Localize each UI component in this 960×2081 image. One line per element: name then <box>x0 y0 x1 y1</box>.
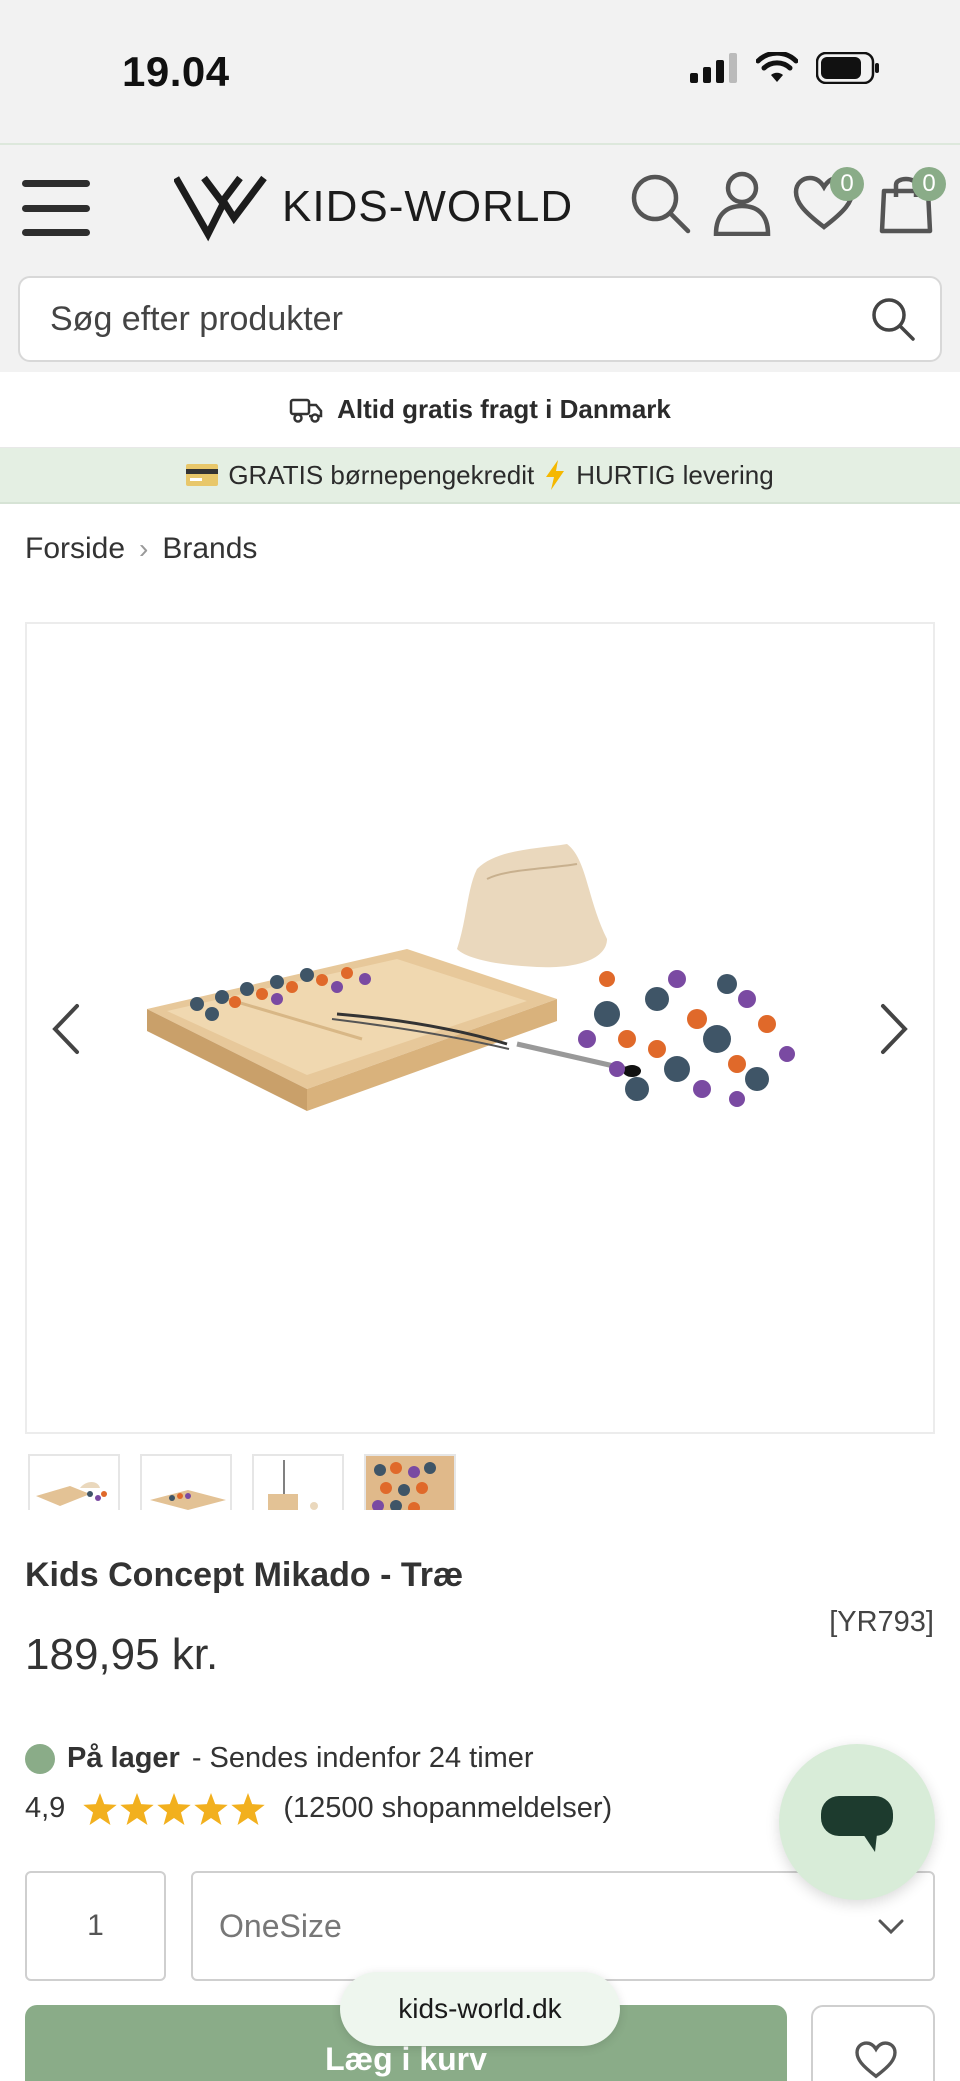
heart-icon <box>855 2041 897 2079</box>
chat-button[interactable] <box>779 1744 935 1900</box>
battery-icon <box>816 52 879 84</box>
star-icon <box>157 1792 192 1825</box>
lightning-icon <box>546 460 565 490</box>
gallery-thumbnails <box>28 1454 456 1510</box>
size-selected-value: OneSize <box>219 1908 342 1944</box>
thumbnail-2[interactable] <box>140 1454 232 1510</box>
chat-bubble-icon <box>821 1796 893 1852</box>
site-logo[interactable]: KIDS-WORLD <box>174 169 573 245</box>
cart-bag-icon[interactable]: 0 <box>874 167 946 239</box>
gallery-next-arrow-icon[interactable] <box>869 994 919 1064</box>
status-bar: 19.04 <box>0 0 960 143</box>
brand-name: KIDS-WORLD <box>282 182 574 231</box>
chevron-right-icon: › <box>139 533 149 564</box>
account-icon[interactable] <box>710 167 774 239</box>
status-time: 19.04 <box>122 48 230 95</box>
breadcrumb: Forside › Brands <box>25 532 257 566</box>
thumbnail-1[interactable] <box>28 1454 120 1510</box>
browser-url-pill[interactable]: kids-world.dk <box>340 1972 620 2046</box>
in-stock-dot-icon <box>25 1743 55 1774</box>
stock-label: På lager <box>67 1742 180 1774</box>
shipping-text: Altid gratis fragt i Danmark <box>337 394 671 424</box>
search-bar <box>0 268 960 372</box>
delivery-truck-icon <box>289 398 323 423</box>
search-box <box>18 276 942 362</box>
status-icons <box>690 52 880 84</box>
promo-text-delivery: HURTIG levering <box>576 459 774 490</box>
credit-card-icon <box>186 464 219 486</box>
kids-world-logo-icon <box>174 175 267 242</box>
product-image-gallery <box>25 622 935 1434</box>
rating-value: 4,9 <box>25 1792 66 1824</box>
chevron-down-icon <box>878 1919 904 1935</box>
thumbnail-4[interactable] <box>364 1454 456 1510</box>
quantity-input[interactable]: 1 <box>25 1871 166 1981</box>
cart-count-badge: 0 <box>912 167 946 201</box>
stock-note: - Sendes indenfor 24 timer <box>191 1742 534 1774</box>
search-icon[interactable] <box>628 167 692 239</box>
promo-text-credit: GRATIS børnepengekredit <box>228 459 535 490</box>
hamburger-menu-icon[interactable] <box>22 180 90 236</box>
site-header: KIDS-WORLD 0 0 <box>0 143 960 268</box>
thumbnail-3[interactable] <box>252 1454 344 1510</box>
search-input[interactable] <box>50 278 850 360</box>
star-icon <box>194 1792 229 1825</box>
star-icon <box>120 1792 155 1825</box>
stock-status: På lager - Sendes indenfor 24 timer <box>25 1742 534 1775</box>
wishlist-count-badge: 0 <box>830 167 864 201</box>
search-submit-icon[interactable] <box>870 296 916 342</box>
header-actions: 0 0 <box>628 167 946 239</box>
star-icon <box>83 1792 118 1825</box>
star-icon <box>231 1792 266 1825</box>
add-to-wishlist-button[interactable] <box>811 2005 935 2081</box>
review-count: (12500 shopanmeldelser) <box>283 1792 613 1824</box>
wifi-icon <box>756 52 798 82</box>
product-title: Kids Concept Mikado - Træ <box>25 1556 464 1594</box>
product-price: 189,95 kr. <box>25 1630 219 1679</box>
product-image[interactable] <box>137 839 857 1199</box>
shipping-info-bar: Altid gratis fragt i Danmark <box>0 372 960 448</box>
promo-bar: GRATIS børnepengekredit HURTIG levering <box>0 448 960 504</box>
product-sku: [YR793] <box>829 1606 934 1638</box>
rating-stars <box>83 1792 266 1825</box>
wishlist-heart-icon[interactable]: 0 <box>792 167 864 239</box>
cellular-signal-icon <box>690 53 737 83</box>
shop-rating[interactable]: 4,9 (12500 shopanmeldelser) <box>25 1792 612 1825</box>
breadcrumb-home-link[interactable]: Forside <box>25 532 125 566</box>
gallery-prev-arrow-icon[interactable] <box>41 994 91 1064</box>
breadcrumb-brands-link[interactable]: Brands <box>162 532 257 566</box>
